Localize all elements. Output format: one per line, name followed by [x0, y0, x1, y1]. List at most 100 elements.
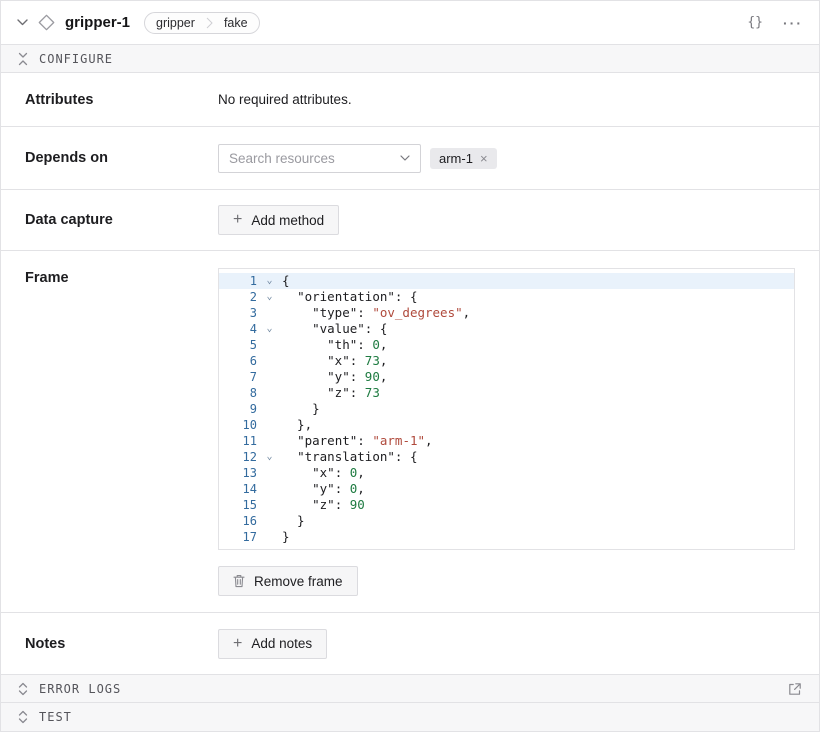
depends-on-row: Depends on Search resources arm-1 ×	[1, 127, 819, 190]
badge-model-label: fake	[213, 13, 259, 33]
json-mode-icon[interactable]: {}	[747, 15, 763, 30]
plus-icon: +	[233, 636, 242, 652]
component-card: gripper-1 gripper fake {} ··· CONFIGURE …	[0, 0, 820, 732]
header-actions: {} ···	[747, 15, 803, 30]
fold-chevron-icon[interactable]: ⌄	[257, 289, 282, 305]
configure-section-bar[interactable]: CONFIGURE	[1, 45, 819, 73]
code-line[interactable]: 3 "type": "ov_degrees",	[219, 305, 794, 321]
line-number: 4	[219, 321, 257, 337]
line-number: 2	[219, 289, 257, 305]
line-number: 5	[219, 337, 257, 353]
code-text: "value": {	[282, 321, 387, 337]
fold-gutter	[257, 433, 282, 449]
search-resources-select[interactable]: Search resources	[218, 144, 421, 173]
code-line[interactable]: 12⌄ "translation": {	[219, 449, 794, 465]
add-method-label: Add method	[251, 213, 324, 228]
line-number: 3	[219, 305, 257, 321]
remove-frame-button[interactable]: Remove frame	[218, 566, 358, 596]
line-number: 13	[219, 465, 257, 481]
chip-remove-icon[interactable]: ×	[480, 152, 488, 165]
code-line[interactable]: 5 "th": 0,	[219, 337, 794, 353]
fold-gutter	[257, 353, 282, 369]
line-number: 9	[219, 401, 257, 417]
code-text: "y": 90,	[282, 369, 387, 385]
code-line[interactable]: 11 "parent": "arm-1",	[219, 433, 794, 449]
fold-gutter	[257, 401, 282, 417]
chevron-down-icon	[400, 155, 410, 161]
code-line[interactable]: 14 "y": 0,	[219, 481, 794, 497]
add-notes-button[interactable]: + Add notes	[218, 629, 327, 659]
plus-icon: +	[233, 212, 242, 228]
fold-gutter	[257, 385, 282, 401]
search-resources-placeholder: Search resources	[229, 151, 335, 166]
code-text: "z": 90	[282, 497, 365, 513]
code-line[interactable]: 7 "y": 90,	[219, 369, 794, 385]
add-notes-label: Add notes	[251, 636, 312, 651]
code-text: "orientation": {	[282, 289, 417, 305]
line-number: 8	[219, 385, 257, 401]
fold-gutter	[257, 513, 282, 529]
configure-section-label: CONFIGURE	[39, 52, 113, 66]
code-editor[interactable]: 1⌄{2⌄ "orientation": {3 "type": "ov_degr…	[218, 268, 795, 550]
attributes-label: Attributes	[25, 92, 218, 108]
fold-gutter	[257, 305, 282, 321]
chip-label: arm-1	[439, 151, 473, 166]
component-title: gripper-1	[65, 14, 130, 31]
fold-gutter	[257, 481, 282, 497]
attributes-message: No required attributes.	[218, 92, 352, 107]
depends-on-label: Depends on	[25, 150, 218, 166]
expand-vertical-icon	[18, 682, 28, 696]
frame-row: Frame 1⌄{2⌄ "orientation": {3 "type": "o…	[1, 251, 819, 613]
code-text: }	[282, 529, 290, 545]
error-logs-section-bar[interactable]: ERROR LOGS	[1, 675, 819, 703]
code-line[interactable]: 17}	[219, 529, 794, 545]
code-text: "th": 0,	[282, 337, 387, 353]
code-text: "y": 0,	[282, 481, 365, 497]
code-line[interactable]: 13 "x": 0,	[219, 465, 794, 481]
code-text: "parent": "arm-1",	[282, 433, 433, 449]
code-text: }	[282, 401, 320, 417]
code-text: "x": 0,	[282, 465, 365, 481]
code-text: "translation": {	[282, 449, 417, 465]
line-number: 1	[219, 273, 257, 289]
dependency-chip-arm-1: arm-1 ×	[430, 148, 497, 169]
fold-chevron-icon[interactable]: ⌄	[257, 449, 282, 465]
open-external-icon[interactable]	[788, 682, 802, 696]
line-number: 15	[219, 497, 257, 513]
code-line[interactable]: 6 "x": 73,	[219, 353, 794, 369]
test-section-bar[interactable]: TEST	[1, 703, 819, 731]
fold-chevron-icon[interactable]: ⌄	[257, 273, 282, 289]
line-number: 7	[219, 369, 257, 385]
error-logs-section-label: ERROR LOGS	[39, 682, 121, 696]
line-number: 17	[219, 529, 257, 545]
add-method-button[interactable]: + Add method	[218, 205, 339, 235]
fold-gutter	[257, 369, 282, 385]
fold-chevron-icon[interactable]: ⌄	[257, 321, 282, 337]
frame-label: Frame	[25, 268, 218, 286]
fold-gutter	[257, 497, 282, 513]
gripper-component-icon	[38, 14, 55, 31]
code-line[interactable]: 16 }	[219, 513, 794, 529]
test-section-label: TEST	[39, 710, 72, 724]
code-line[interactable]: 15 "z": 90	[219, 497, 794, 513]
code-line[interactable]: 9 }	[219, 401, 794, 417]
fold-gutter	[257, 417, 282, 433]
trash-icon	[233, 574, 245, 588]
badge-separator-icon	[206, 15, 213, 31]
code-line[interactable]: 2⌄ "orientation": {	[219, 289, 794, 305]
data-capture-row: Data capture + Add method	[1, 190, 819, 251]
code-text: "z": 73	[282, 385, 380, 401]
code-line[interactable]: 8 "z": 73	[219, 385, 794, 401]
code-line[interactable]: 10 },	[219, 417, 794, 433]
code-line[interactable]: 4⌄ "value": {	[219, 321, 794, 337]
code-text: "x": 73,	[282, 353, 387, 369]
code-text: {	[282, 273, 290, 289]
collapse-chevron-icon[interactable]	[17, 19, 28, 26]
fold-gutter	[257, 465, 282, 481]
line-number: 10	[219, 417, 257, 433]
line-number: 6	[219, 353, 257, 369]
code-text: },	[282, 417, 312, 433]
overflow-menu-icon[interactable]: ···	[783, 19, 803, 27]
code-line[interactable]: 1⌄{	[219, 273, 794, 289]
code-text: }	[282, 513, 305, 529]
